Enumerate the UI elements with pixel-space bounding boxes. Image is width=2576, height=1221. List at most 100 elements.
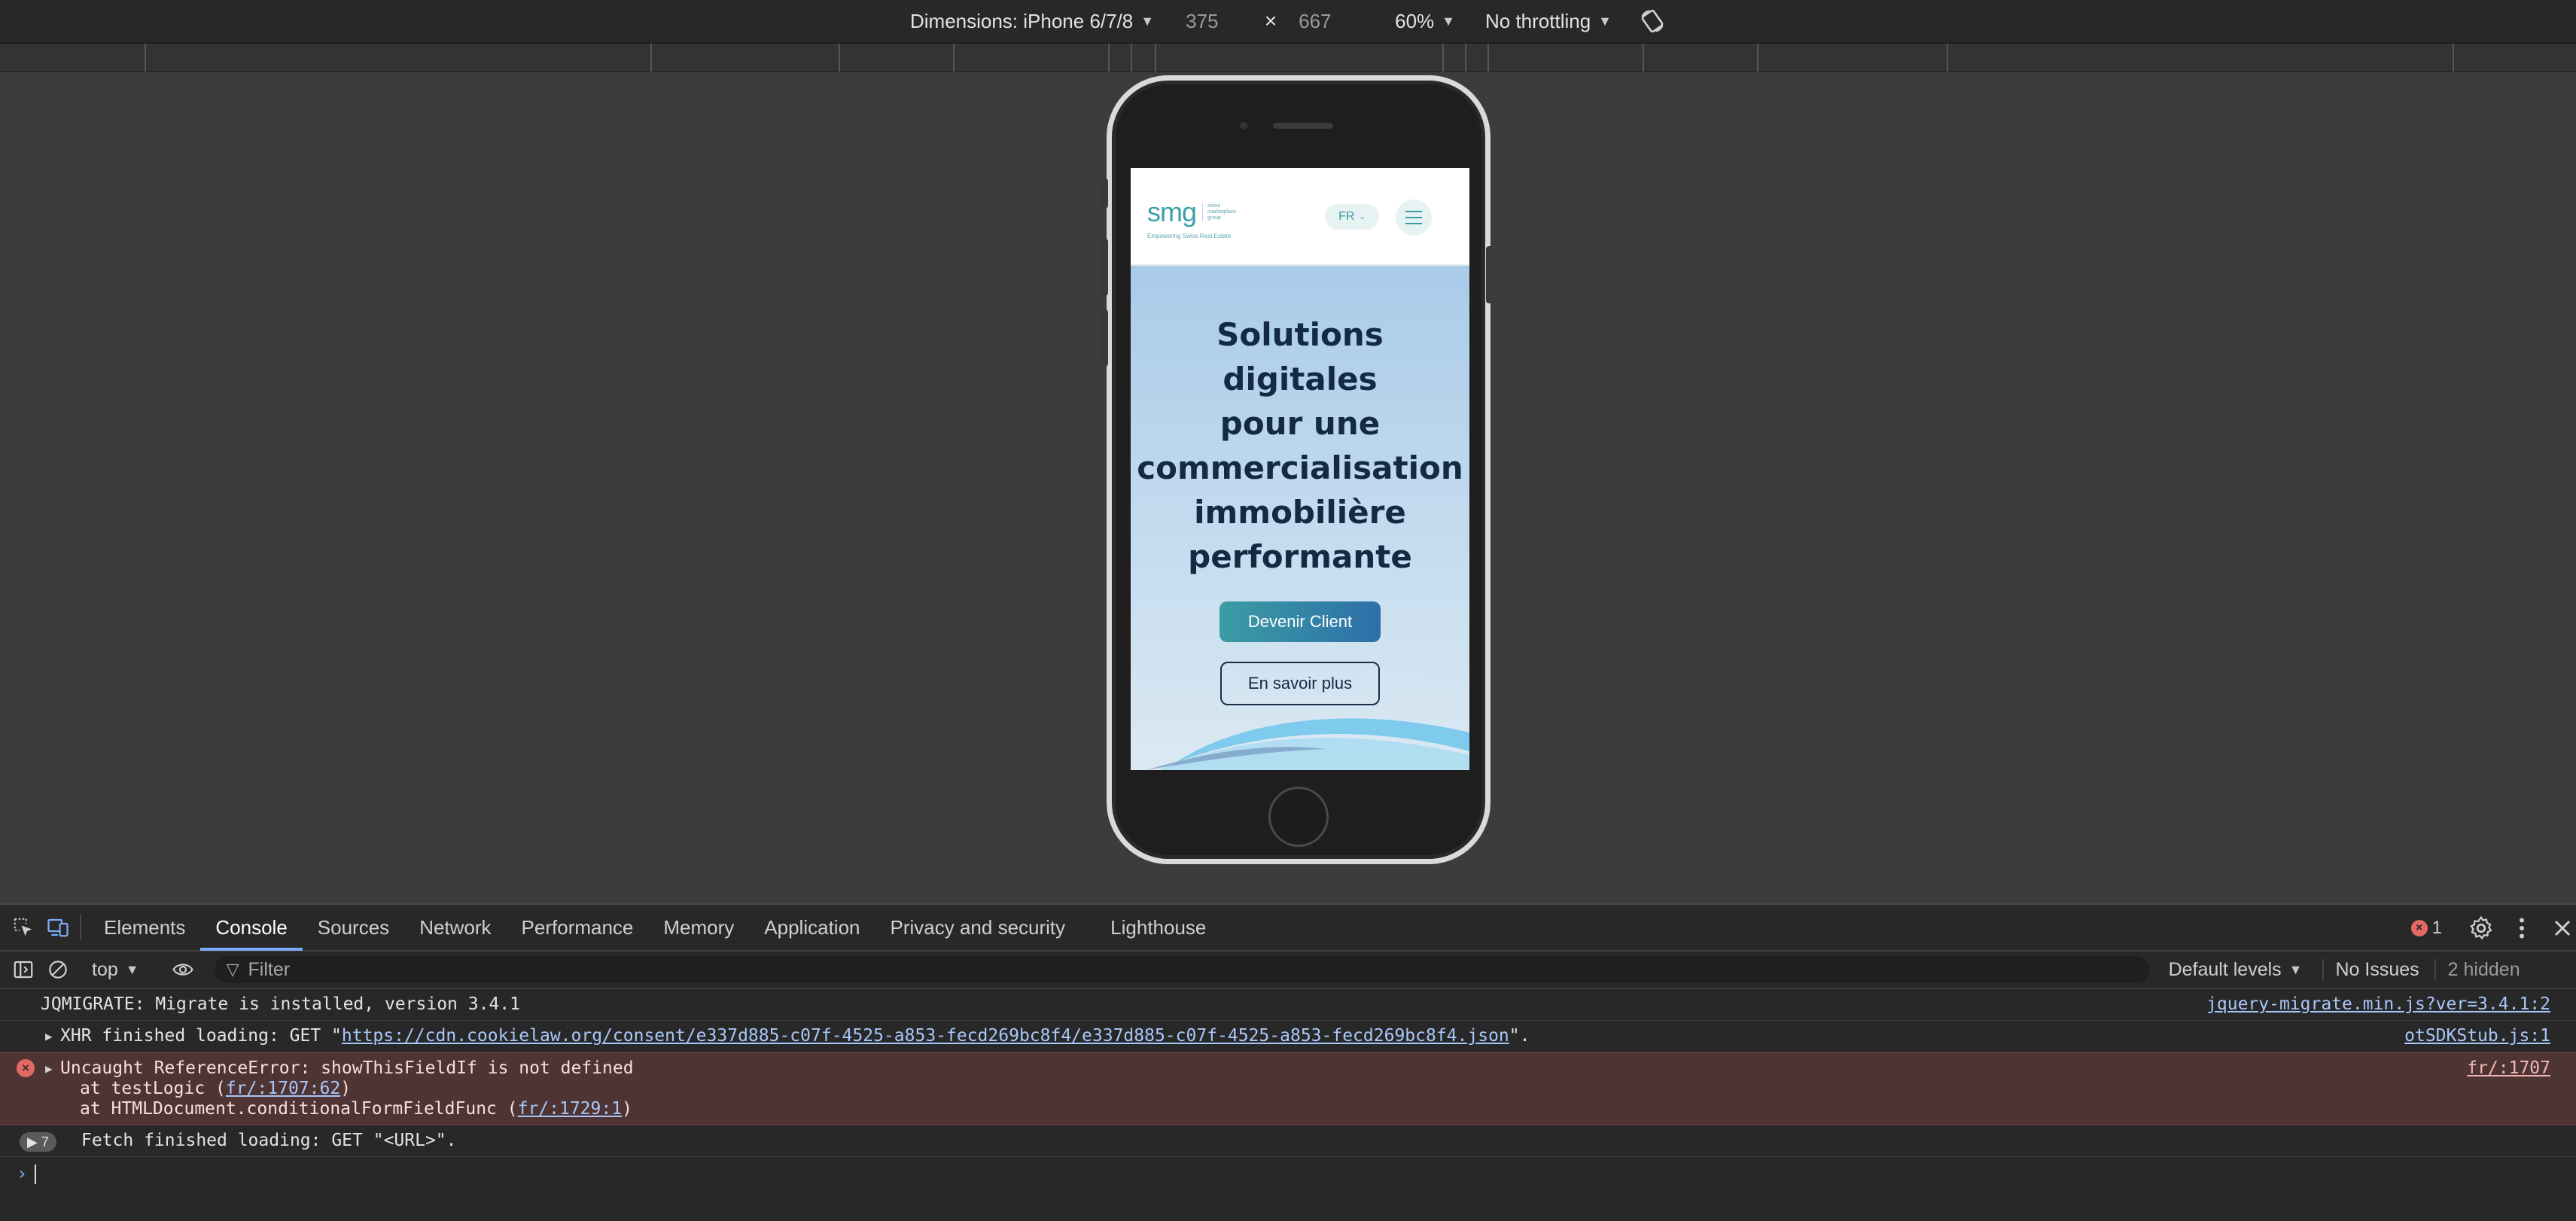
throttling-value: No throttling [1484,9,1591,32]
language-select[interactable]: FR ⌄ [1325,204,1379,230]
media-query-marker[interactable] [2453,44,2454,72]
message-source-link[interactable]: otSDKStub.js:1 [2404,1026,2550,1046]
filter-icon: ▽ [226,960,239,979]
throttling-select[interactable]: No throttling ▼ [1485,10,1612,33]
tab-sources[interactable]: Sources [303,904,404,951]
zoom-select[interactable]: 60% ▼ [1395,10,1455,33]
console-message: JQMIGRATE: Migrate is installed, version… [0,989,2576,1021]
error-text: Uncaught ReferenceError: showThisFieldIf… [60,1058,634,1078]
tab-network[interactable]: Network [404,904,506,951]
inspect-element-icon[interactable] [12,916,35,939]
stack-frame-link[interactable]: fr/:1729:1 [518,1099,622,1119]
tab-lighthouse[interactable]: Lighthouse [1095,904,1221,951]
log-levels-select[interactable]: Default levels ▼ [2169,959,2303,981]
home-button [1268,787,1329,847]
times-sign: × [1264,9,1277,32]
learn-more-button[interactable]: En savoir plus [1220,662,1380,705]
device-dimensions-select[interactable]: Dimensions: iPhone 6/7/8 ▼ [910,10,1154,33]
tab-application[interactable]: Application [749,904,875,951]
repeat-count-badge[interactable]: ▶ 7 [20,1132,56,1152]
hamburger-menu-button[interactable] [1396,199,1432,236]
context-select[interactable]: top ▼ [92,959,139,981]
clear-console-icon[interactable] [47,958,69,981]
media-query-marker[interactable] [1757,44,1758,72]
media-query-marker[interactable] [650,44,652,72]
settings-gear-icon[interactable] [2468,915,2495,942]
stack-frame-text: ) [622,1099,632,1119]
chevron-down-icon: ⌄ [1359,212,1366,221]
device-toolbar-toggle-icon[interactable] [47,916,69,939]
media-query-marker[interactable] [1465,44,1466,72]
height-input[interactable]: 667 [1290,10,1365,33]
console-prompt[interactable]: › [0,1157,2576,1184]
media-query-marker[interactable] [953,44,955,72]
stack-frame-link[interactable]: fr/:1707:62 [226,1079,340,1098]
error-count-badge[interactable]: × 1 [2410,918,2442,939]
console-filter-input[interactable]: ▽ Filter [214,956,2149,983]
logo-sub-line: marketplace [1207,209,1237,215]
media-query-marker[interactable] [1947,44,1948,72]
console-messages: JQMIGRATE: Migrate is installed, version… [0,989,2576,1184]
console-message[interactable]: ▶ 7 Fetch finished loading: GET "<URL>". [0,1125,2576,1157]
expand-triangle-icon[interactable]: ▶ [45,1058,53,1079]
smg-logo[interactable]: smg swiss marketplace group Empowering S… [1147,196,1236,239]
issues-counter[interactable]: No Issues [2322,958,2419,981]
tab-memory[interactable]: Memory [648,904,749,951]
stack-frame-text: at HTMLDocument.conditionalFormFieldFunc… [80,1099,518,1119]
stack-frame: at testLogic (fr/:1707:62) [60,1079,2549,1099]
hero-title-line: immobilière [1194,494,1406,531]
media-query-marker[interactable] [1155,44,1156,72]
log-levels-value: Default levels [2168,958,2282,980]
console-message-suffix: ". [1509,1026,1530,1046]
become-client-button[interactable]: Devenir Client [1219,601,1381,642]
error-icon: × [17,1059,35,1077]
chevron-down-icon: ▼ [2288,961,2303,977]
live-expression-eye-icon[interactable] [169,958,196,981]
language-label: FR [1338,210,1355,223]
devtools-panel: Elements Console Sources Network Perform… [0,903,2576,1221]
console-toolbar: top ▼ ▽ Filter Default levels ▼ No Issue… [0,952,2576,989]
message-source-link[interactable]: jquery-migrate.min.js?ver=3.4.1:2 [2206,994,2550,1015]
tab-console[interactable]: Console [200,904,303,951]
media-query-marker[interactable] [1131,44,1132,72]
logo-wordmark: smg [1147,196,1197,227]
toolbar-divider [80,915,81,940]
expand-triangle-icon[interactable]: ▶ [45,1026,53,1046]
tab-elements[interactable]: Elements [89,904,200,951]
phone-side-button [1101,239,1108,296]
hero-title-line: performante [1188,538,1412,575]
rotate-icon[interactable] [1639,8,1666,35]
close-icon[interactable] [2549,915,2576,942]
console-message-text: JQMIGRATE: Migrate is installed, version… [41,994,520,1014]
tab-privacy-and-security[interactable]: Privacy and security [875,904,1081,951]
camera-icon [1240,122,1247,129]
hero-wave-decoration [1146,718,1469,770]
xhr-url-link[interactable]: https://cdn.cookielaw.org/consent/e337d8… [342,1026,1509,1046]
hero-title-line: commercialisation [1137,449,1463,486]
more-options-icon[interactable] [2508,915,2535,942]
hero-title-line: digitales [1223,361,1378,397]
chevron-down-icon: ▼ [1140,13,1155,29]
media-query-marker[interactable] [1643,44,1644,72]
media-query-marker[interactable] [1442,44,1444,72]
message-source-link[interactable]: fr/:1707 [2467,1058,2550,1079]
tab-performance[interactable]: Performance [507,904,649,951]
filter-placeholder: Filter [248,958,291,980]
logo-subtitle: swiss marketplace group [1202,203,1236,221]
media-query-marker[interactable] [1108,44,1110,72]
media-query-marker[interactable] [1487,44,1489,72]
devtools-tab-bar: Elements Console Sources Network Perform… [0,905,2576,952]
logo-tagline: Empowering Swiss Real Estate [1147,233,1232,239]
menu-icon-bar [1405,211,1422,212]
console-message-text: Fetch finished loading: GET "<URL>". [81,1131,457,1150]
sidebar-toggle-icon[interactable] [12,958,35,981]
width-input[interactable]: 375 [1177,10,1252,33]
console-message[interactable]: ▶ XHR finished loading: GET "https://cdn… [0,1021,2576,1052]
error-icon: × [2410,920,2428,936]
hero-title-line: Solutions [1216,316,1384,353]
logo-sub-line: swiss [1207,203,1221,209]
media-query-marker[interactable] [145,44,146,72]
stack-frame-text: at testLogic ( [80,1079,226,1098]
media-query-marker[interactable] [839,44,840,72]
console-error-message[interactable]: × ▶ Uncaught ReferenceError: showThisFie… [0,1052,2576,1125]
